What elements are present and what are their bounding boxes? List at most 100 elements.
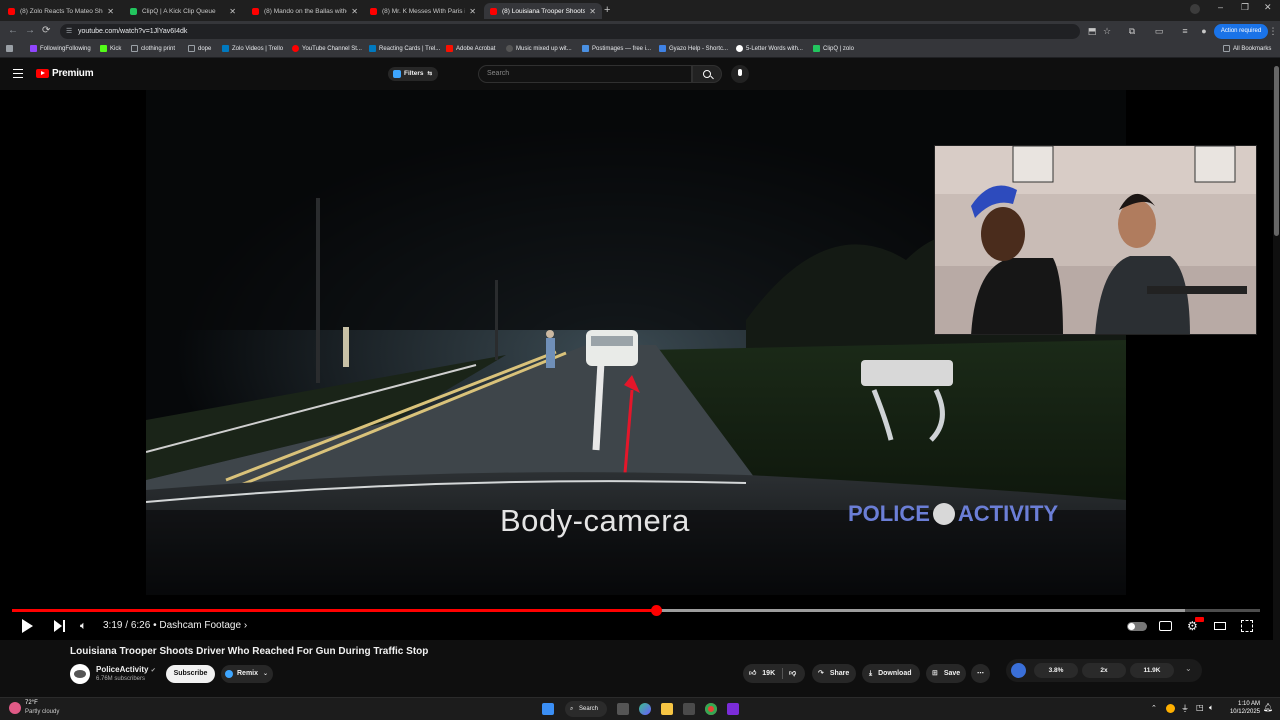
fullscreen-icon[interactable]: [1241, 620, 1253, 632]
voice-search-mic-icon[interactable]: [731, 65, 749, 83]
youtube-premium-logo[interactable]: Premium: [36, 68, 94, 79]
stat-speed[interactable]: 2x: [1082, 663, 1126, 678]
bookmark-item[interactable]: Adobe Acrobat: [446, 45, 495, 52]
subtitles-icon[interactable]: [1159, 621, 1172, 631]
tray-app-icon[interactable]: [1166, 704, 1175, 713]
close-window-icon[interactable]: ✕: [1264, 2, 1272, 13]
watermark-right-text: ACTIVITY: [957, 501, 1059, 526]
network-icon[interactable]: ◳: [1196, 703, 1204, 712]
speaker-icon[interactable]: 🔈︎: [1209, 703, 1214, 713]
usb-device-icon[interactable]: ⏚: [1181, 703, 1189, 714]
stream-app-icon[interactable]: [727, 703, 739, 715]
play-icon[interactable]: [22, 619, 33, 633]
extensions-icon[interactable]: ⧉: [1127, 26, 1137, 36]
thumbs-up-icon[interactable]: 👍︎: [749, 670, 756, 677]
forward-icon[interactable]: →: [25, 25, 35, 36]
filters-button[interactable]: Filters ⇆: [388, 67, 438, 81]
show-hidden-icons-chevron-icon[interactable]: ⌃: [1151, 704, 1157, 712]
restore-window-icon[interactable]: ❐: [1241, 2, 1249, 13]
tab-title: (8) Mando on the Ballas withou: [264, 7, 348, 15]
browser-tab[interactable]: ClipQ | A Kick Clip Queue ✕: [124, 3, 242, 19]
browser-tab[interactable]: (8) Mr. K Messes With Paris in C ✕: [364, 3, 482, 19]
menu-hamburger-icon[interactable]: [13, 69, 23, 78]
close-tab-icon[interactable]: ✕: [589, 7, 596, 16]
back-icon[interactable]: ←: [8, 25, 18, 36]
minimize-window-icon[interactable]: –: [1218, 2, 1223, 12]
store-icon[interactable]: [683, 703, 695, 715]
taskbar-clock[interactable]: 1:10 AM: [1228, 701, 1260, 707]
channel-avatar[interactable]: [70, 664, 90, 684]
bookmark-folder[interactable]: dope: [188, 45, 211, 52]
youtube-favicon-icon: [252, 7, 259, 15]
bookmark-item[interactable]: Reacting Cards | Trel...: [369, 45, 440, 52]
close-tab-icon[interactable]: ✕: [351, 7, 358, 16]
autoplay-toggle[interactable]: [1127, 622, 1147, 631]
close-tab-icon[interactable]: ✕: [469, 7, 476, 16]
scrubber-handle[interactable]: [650, 605, 662, 616]
page-scrollbar[interactable]: [1273, 58, 1280, 697]
action-required-button[interactable]: Action required: [1214, 24, 1268, 39]
bookmark-item[interactable]: FollowingFollowing: [30, 45, 91, 52]
weather-temperature[interactable]: 72°F: [25, 700, 38, 706]
search-input[interactable]: Search: [478, 65, 692, 83]
volume-icon[interactable]: 🔈︎: [80, 620, 87, 632]
video-progress-bar[interactable]: [12, 605, 1260, 616]
notification-bell-icon[interactable]: 🔔︎: [1263, 703, 1273, 712]
thumbs-down-icon[interactable]: 👎︎: [789, 664, 796, 683]
search-button[interactable]: [692, 65, 722, 83]
bookmark-folder[interactable]: clothing print: [131, 45, 175, 52]
browser-tab[interactable]: (8) Zolo Reacts To Mateo Shoot ✕: [2, 3, 120, 19]
tab-search-icon[interactable]: [1190, 4, 1200, 14]
bookmark-item[interactable]: YouTube Channel St...: [292, 45, 362, 52]
theater-mode-icon[interactable]: [1214, 622, 1226, 630]
taskbar-date[interactable]: 10/12/2025: [1221, 709, 1260, 715]
download-button[interactable]: ⤓ Download: [862, 664, 920, 683]
bookmark-item[interactable]: ClipQ | zolo: [813, 45, 854, 52]
bookmark-item[interactable]: Music mixed up wit...: [506, 45, 572, 52]
install-app-icon[interactable]: ⬒: [1087, 26, 1097, 36]
copilot-icon[interactable]: [639, 703, 651, 715]
browser-menu-icon[interactable]: ⋮: [1268, 26, 1278, 36]
share-button[interactable]: ↷ Share: [812, 664, 856, 683]
stats-expand-chevron-icon[interactable]: ⌄: [1185, 664, 1192, 673]
browser-tab[interactable]: (8) Mando on the Ballas withou ✕: [246, 3, 364, 19]
bookmark-item[interactable]: Kick: [100, 45, 121, 52]
address-bar[interactable]: ☰ youtube.com/watch?v=1JlYav6I4dk: [60, 24, 1080, 39]
globe-icon: [736, 45, 743, 52]
media-controls-icon[interactable]: ≡: [1180, 26, 1190, 36]
site-info-icon[interactable]: ☰: [66, 24, 72, 39]
trello-icon: [222, 45, 229, 52]
save-button[interactable]: ⊞ Save: [926, 664, 966, 683]
sidebar-icon[interactable]: ▭: [1154, 26, 1164, 36]
folder-icon: [188, 45, 195, 52]
bookmark-item[interactable]: 5-Letter Words with...: [736, 45, 803, 52]
remix-button[interactable]: Remix ⌄: [221, 665, 273, 683]
taskbar-search-button[interactable]: ⌕ Search: [565, 701, 607, 717]
apps-grid-icon[interactable]: [6, 45, 16, 52]
all-bookmarks-button[interactable]: All Bookmarks: [1223, 45, 1271, 52]
close-tab-icon[interactable]: ✕: [229, 7, 236, 16]
channel-name[interactable]: PoliceActivity ✔: [96, 665, 156, 674]
next-video-icon[interactable]: [54, 620, 62, 632]
bookmark-item[interactable]: Postimages — free i...: [582, 45, 651, 52]
file-explorer-icon[interactable]: [661, 703, 673, 715]
weather-icon[interactable]: [9, 702, 21, 714]
chapter-title[interactable]: Dashcam Footage: [159, 620, 241, 631]
profile-avatar-icon[interactable]: ●: [1199, 26, 1209, 36]
new-tab-button[interactable]: +: [604, 4, 610, 16]
bookmark-item[interactable]: Gyazo Help - Shortc...: [659, 45, 728, 52]
browser-tab-active[interactable]: (8) Louisiana Trooper Shoots D ✕: [484, 3, 602, 19]
task-view-icon[interactable]: [617, 703, 629, 715]
time-display: 3:19 / 6:26 • Dashcam Footage ›: [103, 620, 248, 631]
chrome-icon[interactable]: [705, 703, 717, 715]
extension-logo-icon[interactable]: [1011, 663, 1026, 678]
bookmark-star-icon[interactable]: ☆: [1102, 26, 1112, 36]
close-tab-icon[interactable]: ✕: [107, 7, 114, 16]
like-count[interactable]: 19K: [762, 670, 775, 677]
more-actions-button[interactable]: ⋯: [971, 664, 990, 683]
reload-icon[interactable]: ⟳: [42, 25, 50, 36]
subscribe-button[interactable]: Subscribe: [166, 665, 215, 683]
windows-start-icon[interactable]: [542, 703, 554, 715]
bookmark-item[interactable]: Zolo Videos | Trello: [222, 45, 283, 52]
video-player[interactable]: Body-camera POLICE ACTIVITY 🔈︎ 3:19 / 6:…: [0, 90, 1280, 640]
